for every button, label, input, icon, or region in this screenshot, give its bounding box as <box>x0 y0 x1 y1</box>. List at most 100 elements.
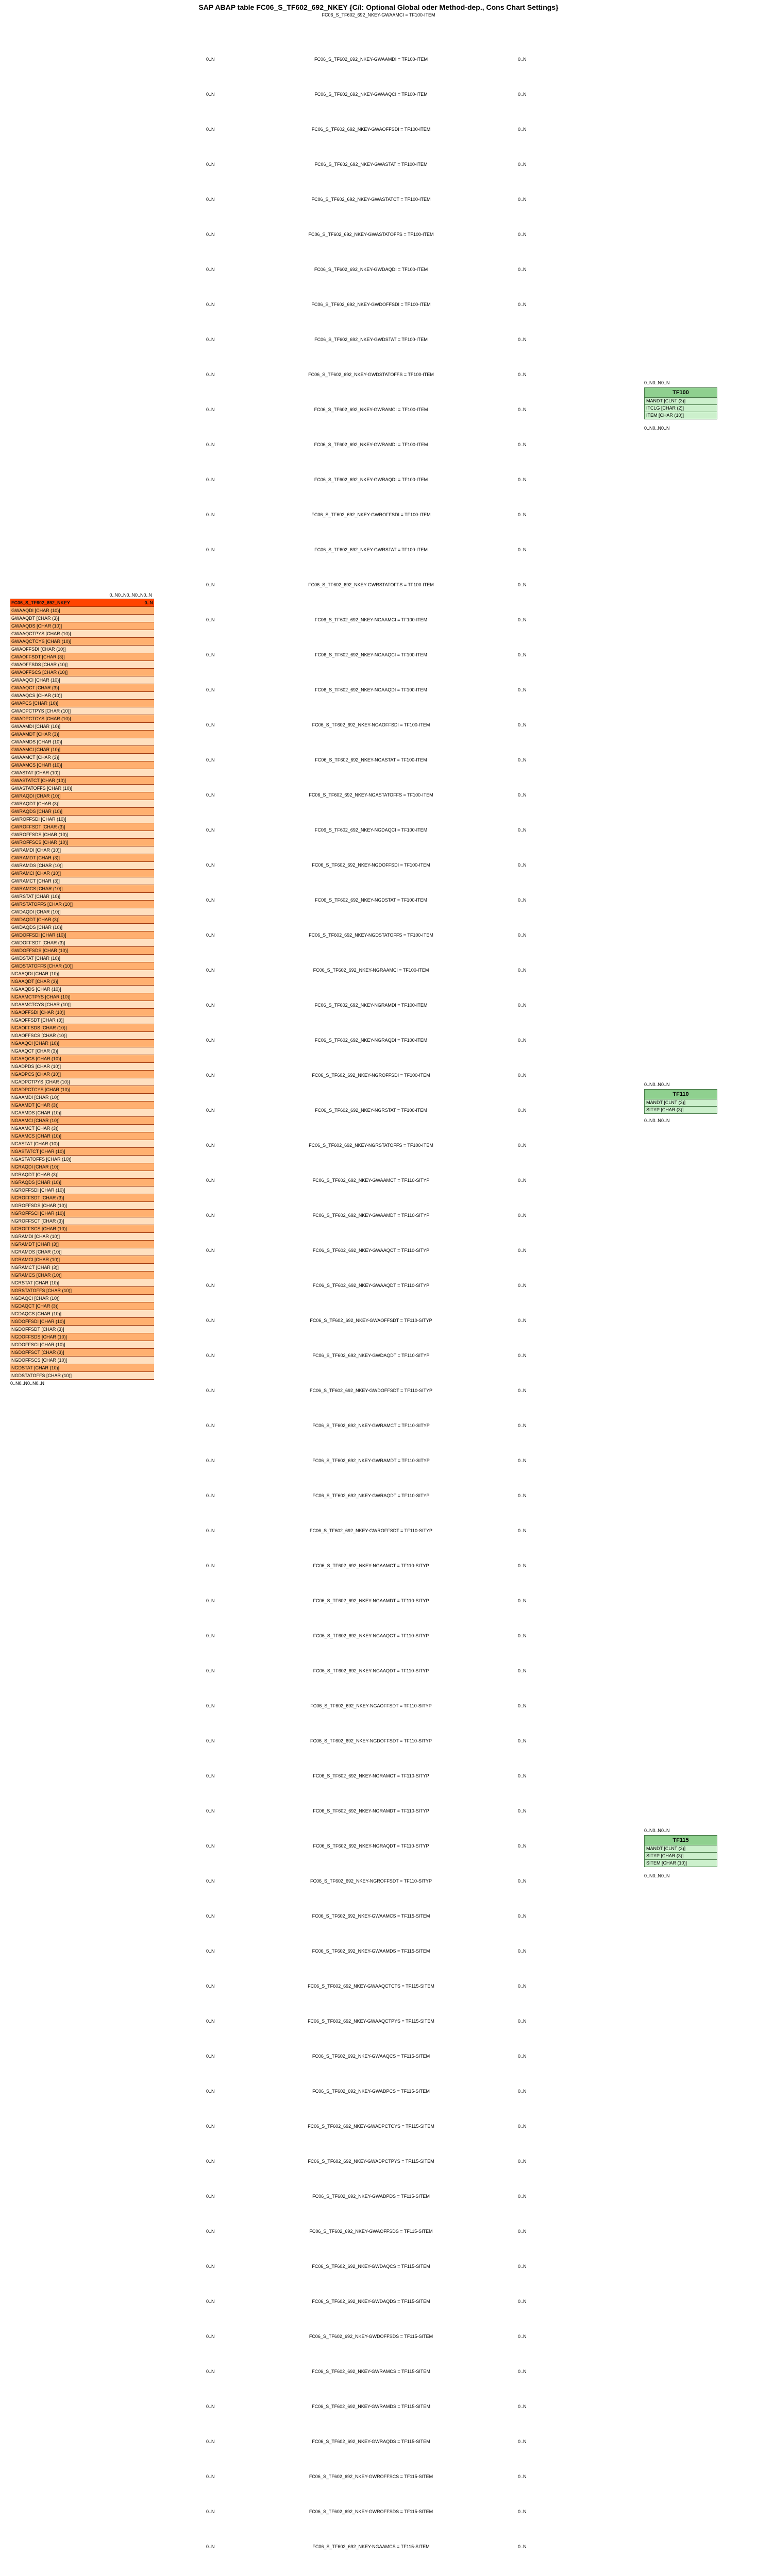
relation-line: FC06_S_TF602_692_NKEY-GWADPCTCYS = TF115… <box>227 2124 515 2129</box>
zero-n-label: 0..N <box>518 2299 537 2304</box>
box-tf100: TF100 MANDT [CLNT (3)]ITCLG [CHAR (2)]IT… <box>644 387 717 419</box>
zero-n-label: 0..N <box>206 1178 226 1183</box>
relation-line: FC06_S_TF602_692_NKEY-GWDOFFSDT = TF110-… <box>227 1388 515 1393</box>
zero-n-label: 0..N <box>518 2264 537 2269</box>
relation-line: FC06_S_TF602_692_NKEY-GWRAMDI = TF100-IT… <box>227 442 515 447</box>
zero-n-label: 0..N <box>206 337 226 342</box>
table-row: GWADPCTPYS [CHAR (10)] <box>10 707 154 715</box>
zero-n-label: 0..N <box>518 2159 537 2164</box>
relation-line: FC06_S_TF602_692_NKEY-GWRAMCI = TF100-IT… <box>227 407 515 412</box>
relation-line: FC06_S_TF602_692_NKEY-NGROFFSDI = TF100-… <box>227 1073 515 1078</box>
box-row: ITCLG [CHAR (2)] <box>645 405 717 412</box>
stack-header-zero-n: 0..N <box>144 599 153 606</box>
table-row: NGDAQCT [CHAR (3)] <box>10 1302 154 1310</box>
relation-line: FC06_S_TF602_692_NKEY-GWRAQDT = TF110-SI… <box>227 1493 515 1498</box>
zero-n-label: 0..N <box>518 827 537 833</box>
zero-n-label: 0..N <box>206 792 226 798</box>
table-row: NGAOFFSDI [CHAR (10)] <box>10 1008 154 1016</box>
table-row: NGDSTAT [CHAR (10)] <box>10 1364 154 1371</box>
relation-line: FC06_S_TF602_692_NKEY-GWDOFFSDS = TF115-… <box>227 2334 515 2339</box>
zero-n-label: 0..N <box>518 2194 537 2199</box>
table-row: GWRAMCS [CHAR (10)] <box>10 885 154 892</box>
relation-line: FC06_S_TF602_692_NKEY-NGRAQDI = TF100-IT… <box>227 1038 515 1043</box>
stack-header-text: FC06_S_TF602_692_NKEY <box>11 600 70 605</box>
relation-line: FC06_S_TF602_692_NKEY-NGDOFFSDT = TF110-… <box>227 1738 515 1743</box>
table-row: GWROFFSDT [CHAR (3)] <box>10 823 154 831</box>
relation-line: FC06_S_TF602_692_NKEY-NGRAMDT = TF110-SI… <box>227 1808 515 1814</box>
relation-line: FC06_S_TF602_692_NKEY-GWAOFFSDS = TF115-… <box>227 2229 515 2234</box>
zero-n-label: 0..N <box>206 2264 226 2269</box>
table-row: GWAOFFSDS [CHAR (10)] <box>10 660 154 668</box>
table-row: GWAAMDT [CHAR (3)] <box>10 730 154 738</box>
relation-line: FC06_S_TF602_692_NKEY-NGROFFSDT = TF110-… <box>227 1878 515 1884</box>
zero-n-label: 0..N <box>518 2369 537 2374</box>
table-row: GWRAMDI [CHAR (10)] <box>10 846 154 854</box>
table-row: GWASTAT [CHAR (10)] <box>10 769 154 776</box>
relation-line: FC06_S_TF602_692_NKEY-NGDAQCI = TF100-IT… <box>227 827 515 833</box>
zero-n-label: 0..N <box>518 2404 537 2409</box>
relation-line: FC06_S_TF602_692_NKEY-GWAAQCI = TF100-IT… <box>227 92 515 97</box>
table-row: NGRSTAT [CHAR (10)] <box>10 1279 154 1286</box>
relation-line: FC06_S_TF602_692_NKEY-GWRAMCS = TF115-SI… <box>227 2369 515 2374</box>
table-row: GWDOFFSDS [CHAR (10)] <box>10 946 154 954</box>
zero-n-label: 0..N <box>206 232 226 237</box>
relation-line: FC06_S_TF602_692_NKEY-GWASTATCT = TF100-… <box>227 197 515 202</box>
table-row: NGROFFSCT [CHAR (3)] <box>10 1217 154 1225</box>
table-row: GWAAMCS [CHAR (10)] <box>10 761 154 769</box>
zero-n-label: 0..N <box>518 1843 537 1849</box>
table-row: GWRSTATOFFS [CHAR (10)] <box>10 900 154 908</box>
relation-line: FC06_S_TF602_692_NKEY-GWADPCS = TF115-SI… <box>227 2089 515 2094</box>
relation-line: FC06_S_TF602_692_NKEY-GWADPCTPYS = TF115… <box>227 2159 515 2164</box>
zero-n-label: 0..N <box>518 2019 537 2024</box>
zero-n-label: 0..N <box>206 827 226 833</box>
box100-label-top: 0..N0..N0..N <box>644 380 670 385</box>
relation-line: FC06_S_TF602_692_NKEY-GWAAQCT = TF110-SI… <box>227 1248 515 1253</box>
table-row: NGRAMCS [CHAR (10)] <box>10 1271 154 1279</box>
table-row: NGDOFFSDI [CHAR (10)] <box>10 1317 154 1325</box>
zero-n-label: 0..N <box>518 2334 537 2339</box>
box110-label-bottom: 0..N0..N0..N <box>644 1118 670 1123</box>
zero-n-label: 0..N <box>518 1878 537 1884</box>
table-row: GWAOFFSDT [CHAR (3)] <box>10 653 154 660</box>
relation-line: FC06_S_TF602_692_NKEY-NGRSTATOFFS = TF10… <box>227 1143 515 1148</box>
zero-n-label: 0..N <box>206 1633 226 1638</box>
box-row: SITYP [CHAR (3)] <box>645 1107 717 1113</box>
table-row: NGADPCTPYS [CHAR (10)] <box>10 1078 154 1086</box>
table-row: GWROFFSDS [CHAR (10)] <box>10 831 154 838</box>
relation-line: FC06_S_TF602_692_NKEY-NGDOFFSDI = TF100-… <box>227 862 515 868</box>
zero-n-label: 0..N <box>518 1388 537 1393</box>
table-row: NGROFFSDS [CHAR (10)] <box>10 1201 154 1209</box>
relation-line: FC06_S_TF602_692_NKEY-GWROFFSDS = TF115-… <box>227 2509 515 2514</box>
zero-n-label: 0..N <box>206 1458 226 1463</box>
table-row: NGRAMCI [CHAR (10)] <box>10 1256 154 1263</box>
table-row: GWRAQDT [CHAR (3)] <box>10 800 154 807</box>
zero-n-label: 0..N <box>518 162 537 167</box>
zero-n-label: 0..N <box>206 92 226 97</box>
zero-n-label: 0..N <box>518 722 537 727</box>
zero-n-label: 0..N <box>518 1248 537 1253</box>
table-row: NGDOFFSCT [CHAR (3)] <box>10 1348 154 1356</box>
zero-n-label: 0..N <box>518 197 537 202</box>
zero-n-label: 0..N <box>206 1388 226 1393</box>
relation-line: FC06_S_TF602_692_NKEY-GWRAQDI = TF100-IT… <box>227 477 515 482</box>
table-row: GWDAQDS [CHAR (10)] <box>10 923 154 931</box>
table-row: GWASTATOFFS [CHAR (10)] <box>10 784 154 792</box>
zero-n-label: 0..N <box>518 1458 537 1463</box>
zero-n-label: 0..N <box>518 1213 537 1218</box>
relation-line: FC06_S_TF602_692_NKEY-NGRSTAT = TF100-IT… <box>227 1108 515 1113</box>
relation-line: FC06_S_TF602_692_NKEY-GWRAMDS = TF115-SI… <box>227 2404 515 2409</box>
box-row: MANDT [CLNT (3)] <box>645 398 717 405</box>
zero-n-label: 0..N <box>518 897 537 903</box>
table-row: NGAAQCI [CHAR (10)] <box>10 1039 154 1047</box>
relation-line: FC06_S_TF602_692_NKEY-GWAAQDT = TF110-SI… <box>227 1283 515 1288</box>
zero-n-label: 0..N <box>206 267 226 272</box>
table-row: NGAAMCI [CHAR (10)] <box>10 1116 154 1124</box>
zero-n-label: 0..N <box>518 1948 537 1954</box>
table-row: GWADPCTCYS [CHAR (10)] <box>10 715 154 722</box>
table-row: NGAAMDT [CHAR (3)] <box>10 1101 154 1109</box>
zero-n-label: 0..N <box>206 687 226 692</box>
box115-header: TF115 <box>645 1836 717 1845</box>
table-row: NGAAMDI [CHAR (10)] <box>10 1093 154 1101</box>
zero-n-label: 0..N <box>206 617 226 622</box>
table-row: NGROFFSCI [CHAR (10)] <box>10 1209 154 1217</box>
